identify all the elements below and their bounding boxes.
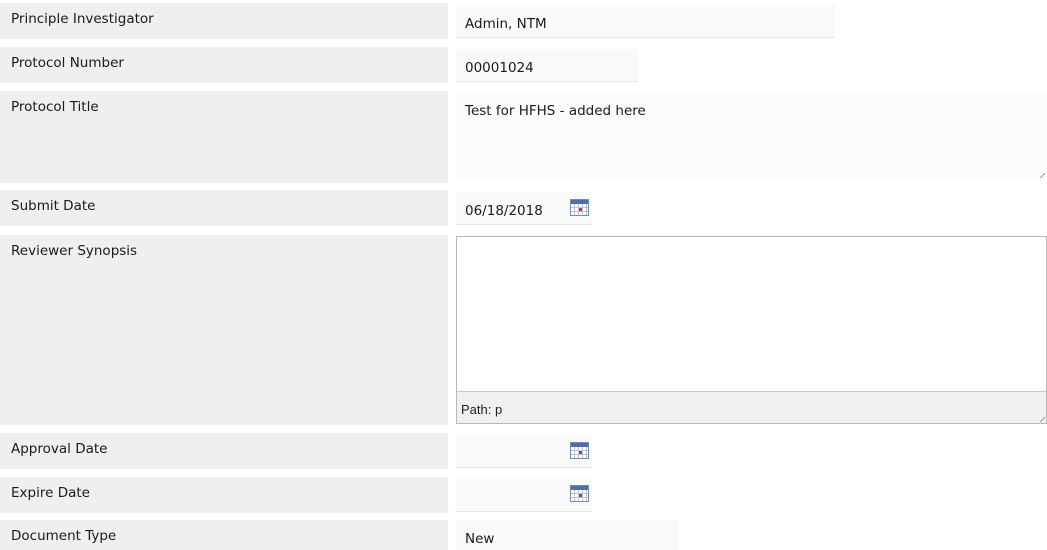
label-text: Approval Date — [11, 441, 108, 457]
submit-date-text: 06/18/2018 — [465, 203, 543, 219]
label-text: Document Type — [11, 528, 117, 544]
label-submit-date: Submit Date — [0, 190, 448, 226]
label-text: Protocol Title — [11, 99, 99, 115]
protocol-title-text: Test for HFHS - added here — [465, 103, 646, 119]
document-type-text: New — [465, 531, 495, 547]
calendar-icon[interactable] — [570, 199, 589, 216]
label-text: Submit Date — [11, 198, 96, 214]
label-text: Expire Date — [11, 485, 90, 501]
reviewer-synopsis-content[interactable] — [457, 237, 1046, 391]
calendar-icon[interactable] — [570, 485, 589, 502]
label-protocol-title: Protocol Title — [0, 91, 448, 183]
principal-investigator-value: Admin, NTM — [456, 5, 835, 38]
calendar-icon[interactable] — [570, 442, 589, 459]
label-reviewer-synopsis: Reviewer Synopsis — [0, 235, 448, 425]
label-principal-investigator: Principle Investigator — [0, 3, 448, 39]
protocol-number-text: 00001024 — [465, 60, 534, 76]
protocol-title-textarea[interactable]: Test for HFHS - added here — [456, 92, 1047, 178]
document-type-value: New — [456, 520, 678, 550]
editor-path-text: Path: p — [461, 402, 503, 417]
label-expire-date: Expire Date — [0, 477, 448, 513]
label-protocol-number: Protocol Number — [0, 47, 448, 83]
approval-date-text — [465, 435, 583, 446]
label-document-type: Document Type — [0, 520, 448, 550]
principal-investigator-text: Admin, NTM — [465, 16, 547, 32]
protocol-number-value: 00001024 — [456, 49, 638, 82]
label-approval-date: Approval Date — [0, 433, 448, 469]
label-text: Principle Investigator — [11, 11, 154, 27]
label-text: Reviewer Synopsis — [11, 243, 138, 259]
editor-resize-handle-icon[interactable] — [1039, 416, 1045, 422]
label-text: Protocol Number — [11, 55, 124, 71]
reviewer-synopsis-editor[interactable]: Path: p — [456, 236, 1047, 424]
editor-path-bar: Path: p — [457, 391, 1046, 423]
resize-handle-icon[interactable] — [1039, 172, 1045, 178]
expire-date-text — [465, 479, 583, 490]
